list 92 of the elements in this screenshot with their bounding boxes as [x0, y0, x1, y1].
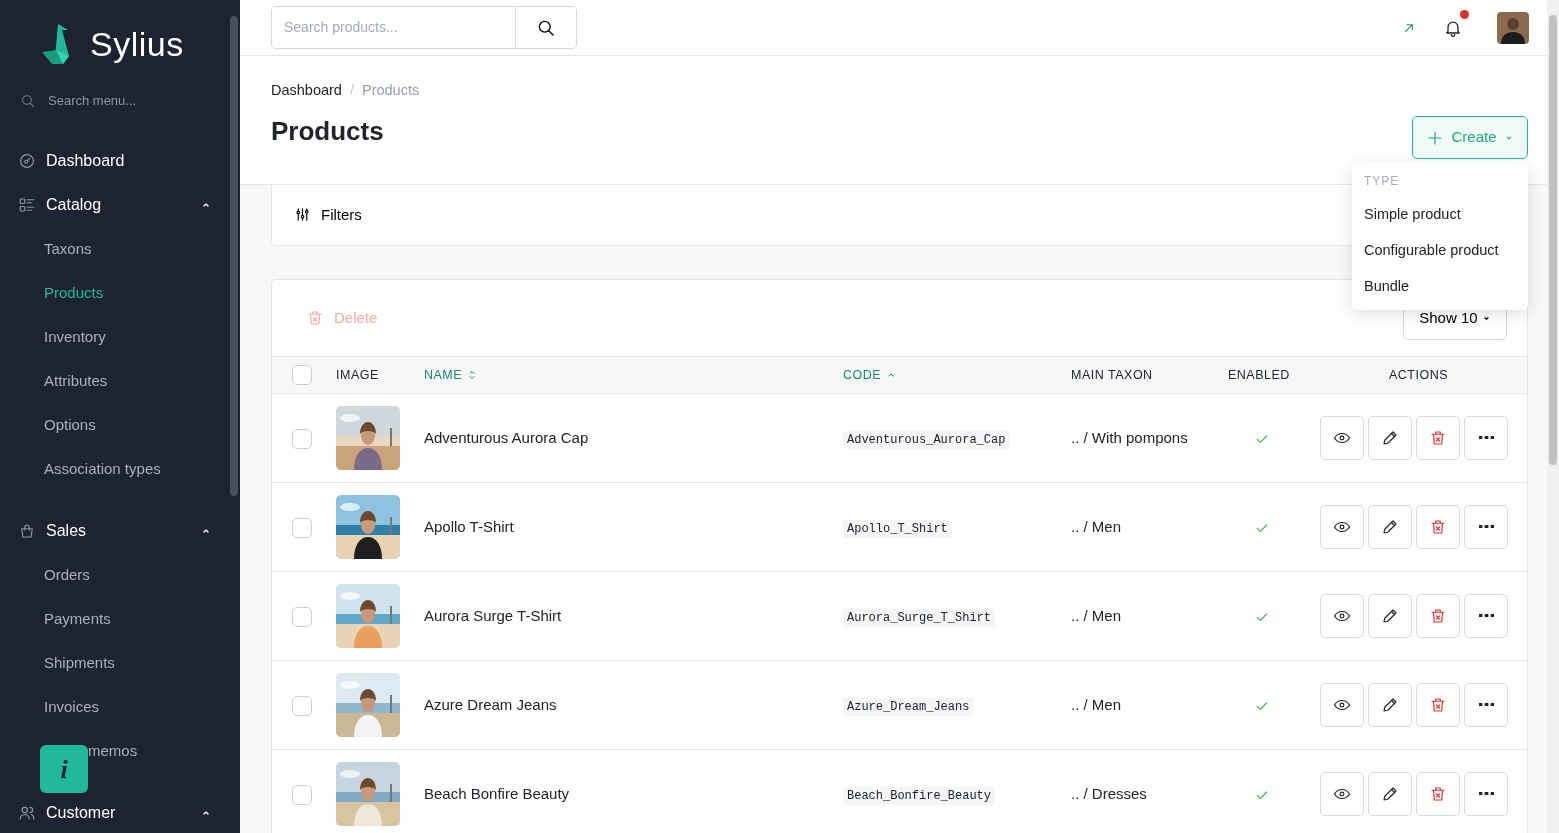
taxon-text: .. / With pompons [1071, 428, 1188, 446]
menu-item[interactable]: Shipments [44, 641, 115, 685]
trash-icon [1429, 517, 1447, 536]
product-code: Adventurous_Aurora_Cap [843, 430, 1010, 449]
checkbox[interactable] [292, 606, 312, 627]
sliders-icon [294, 206, 311, 224]
list-icon [18, 196, 36, 214]
delete-button[interactable] [1416, 504, 1460, 549]
more-button[interactable] [1464, 682, 1508, 727]
trash-icon [1429, 695, 1447, 714]
column-header: MAIN TAXON [1071, 367, 1153, 382]
menu-item[interactable]: memos [88, 729, 138, 773]
view-button[interactable] [1320, 593, 1364, 638]
view-button[interactable] [1320, 682, 1364, 727]
view-button[interactable] [1320, 771, 1364, 816]
delete-button[interactable] [1416, 593, 1460, 638]
logo: Sylius [90, 24, 184, 65]
menu-item[interactable]: Association types [44, 447, 161, 491]
delete-button[interactable] [1416, 682, 1460, 727]
more-icon [1478, 792, 1494, 796]
menu-item[interactable]: Inventory [44, 315, 106, 359]
column-header: ENABLED [1228, 367, 1290, 382]
avatar[interactable] [1497, 11, 1529, 44]
taxon-text: .. / Men [1071, 606, 1122, 624]
breadcrumb-separator: / [349, 81, 354, 100]
taxon-text: .. / Dresses [1071, 784, 1147, 802]
more-button[interactable] [1464, 771, 1508, 816]
checkbox[interactable] [292, 428, 312, 449]
product-code: Aurora_Surge_T_Shirt [843, 608, 996, 627]
breadcrumb-current: Products [361, 81, 420, 100]
delete-button[interactable] [1416, 771, 1460, 816]
delete-button[interactable] [1416, 415, 1460, 460]
more-icon [1478, 525, 1494, 529]
column-header: ACTIONS [1388, 367, 1449, 382]
taxon-text: .. / Men [1071, 517, 1122, 535]
trash-icon [1429, 784, 1447, 803]
scrollbar[interactable] [230, 16, 238, 496]
checkbox[interactable] [292, 364, 312, 385]
taxon-text: .. / Men [1071, 695, 1122, 713]
delete-button: Delete [306, 306, 378, 330]
search-icon [20, 93, 36, 109]
product-name[interactable]: Azure Dream Jeans [424, 695, 557, 713]
column-header[interactable]: CODE [843, 365, 898, 385]
more-icon [1478, 703, 1494, 707]
menu-section[interactable]: Catalog [0, 183, 240, 227]
product-code: Apollo_T_Shirt [843, 519, 952, 538]
column-header: IMAGE [336, 367, 379, 382]
product-code: Beach_Bonfire_Beauty [843, 786, 996, 805]
product-code: Azure_Dream_Jeans [843, 697, 974, 716]
menu-item[interactable]: Options [44, 403, 96, 447]
menu-section[interactable]: Dashboard [0, 139, 240, 183]
menu-item[interactable]: Invoices [44, 685, 100, 729]
menu-item[interactable]: Payments [44, 597, 111, 641]
column-header[interactable]: NAME [424, 365, 479, 385]
menu-item[interactable]: Attributes [44, 359, 108, 403]
menu-item[interactable]: Simple product [1352, 196, 1528, 232]
checkbox[interactable] [292, 517, 312, 538]
more-icon [1478, 614, 1494, 618]
page-title: Products [271, 115, 384, 147]
more-icon [1478, 436, 1494, 440]
more-button[interactable] [1464, 504, 1508, 549]
search-button[interactable] [515, 7, 576, 48]
product-name[interactable]: Apollo T-Shirt [424, 517, 514, 535]
menu-item[interactable]: Configurable product [1352, 232, 1528, 268]
more-button[interactable] [1464, 593, 1508, 638]
checkbox[interactable] [292, 784, 312, 805]
filters-button[interactable]: Filters [294, 203, 362, 227]
search-field[interactable]: Search products... [271, 6, 577, 49]
view-button[interactable] [1320, 415, 1364, 460]
product-name[interactable]: Aurora Surge T-Shirt [424, 606, 562, 624]
dashboard-icon [18, 152, 36, 170]
bag-icon [18, 522, 36, 540]
search-field[interactable]: Search menu... [48, 91, 208, 111]
menu-item[interactable]: Taxons [44, 227, 92, 271]
trash-icon [1429, 606, 1447, 625]
product-name[interactable]: Beach Bonfire Beauty [424, 784, 570, 802]
menu-item[interactable]: Orders [44, 553, 90, 597]
search-icon [536, 18, 556, 39]
more-button[interactable] [1464, 415, 1508, 460]
product-name[interactable]: Adventurous Aurora Cap [424, 428, 589, 446]
trash-icon [306, 308, 324, 327]
help-button[interactable]: i [40, 745, 88, 793]
menu-section[interactable]: Customer [0, 791, 240, 833]
trash-icon [1429, 428, 1447, 447]
view-button[interactable] [1320, 504, 1364, 549]
users-icon [18, 804, 36, 822]
menu-item[interactable]: Products [44, 271, 104, 315]
menu-section[interactable]: Sales [0, 509, 240, 553]
breadcrumb-link[interactable]: Dashboard [271, 80, 342, 102]
menu-header: TYPE [1363, 173, 1401, 190]
scrollbar[interactable] [1549, 15, 1557, 465]
checkbox[interactable] [292, 695, 312, 716]
